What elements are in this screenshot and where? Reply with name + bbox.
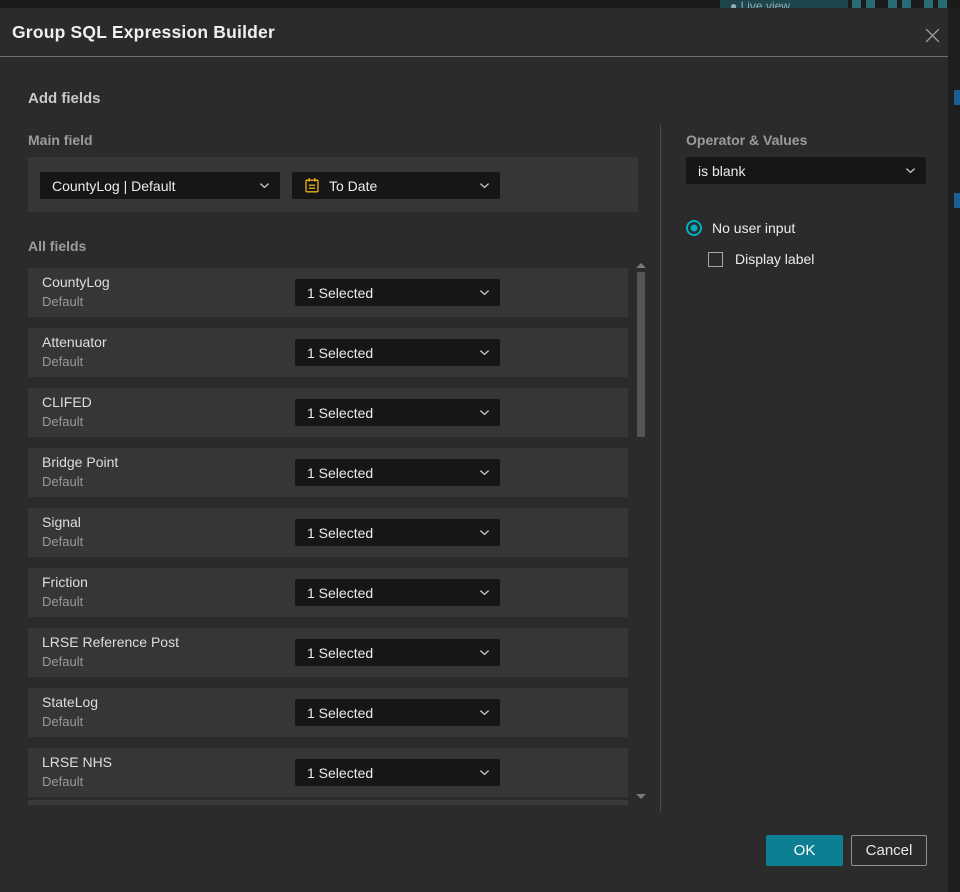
field-subtitle: Default — [42, 414, 84, 429]
chevron-down-icon — [479, 529, 490, 536]
field-selection-dropdown[interactable]: 1 Selected — [295, 699, 500, 726]
field-name: Attenuator — [42, 334, 107, 350]
field-selection-dropdown[interactable]: 1 Selected — [295, 399, 500, 426]
field-subtitle: Default — [42, 654, 84, 669]
background-button-icon — [924, 0, 947, 8]
chevron-down-icon — [479, 289, 490, 296]
field-selection-dropdown[interactable]: 1 Selected — [295, 279, 500, 306]
field-name: StateLog — [42, 694, 99, 710]
main-attribute-dropdown-value: To Date — [329, 177, 378, 194]
ok-button[interactable]: OK — [766, 835, 843, 866]
chevron-down-icon — [479, 409, 490, 416]
date-field-icon — [304, 177, 320, 194]
field-selection-value: 1 Selected — [307, 644, 374, 661]
main-field-dropdown-value: CountyLog | Default — [52, 177, 176, 194]
field-subtitle: Default — [42, 534, 84, 549]
field-row: CountyLog Default 1 Selected — [28, 268, 628, 317]
field-selection-dropdown[interactable]: 1 Selected — [295, 339, 500, 366]
field-subtitle: Default — [42, 714, 84, 729]
chevron-down-icon — [259, 182, 270, 189]
main-field-label: Main field — [28, 132, 93, 148]
field-row: Friction Default 1 Selected — [28, 568, 628, 617]
field-row: LRSE NHS Default 1 Selected — [28, 748, 628, 797]
field-selection-value: 1 Selected — [307, 284, 374, 301]
dialog-title: Group SQL Expression Builder — [12, 22, 275, 42]
chevron-down-icon — [479, 709, 490, 716]
checkbox-unchecked-icon — [708, 251, 723, 267]
field-row: CLIFED Default 1 Selected — [28, 388, 628, 437]
field-subtitle: Default — [42, 354, 84, 369]
background-button-icon — [852, 0, 875, 8]
field-subtitle: Default — [42, 774, 84, 789]
scroll-up-icon[interactable] — [636, 263, 646, 268]
field-name: LRSE NHS — [42, 754, 113, 770]
display-label-label: Display label — [735, 251, 815, 267]
chevron-down-icon — [905, 167, 916, 174]
main-field-dropdown[interactable]: CountyLog | Default — [40, 172, 280, 199]
field-name: Friction — [42, 574, 88, 590]
field-selection-value: 1 Selected — [307, 464, 374, 481]
add-fields-heading: Add fields — [28, 90, 101, 107]
field-row: StateLog Default 1 Selected — [28, 688, 628, 737]
field-selection-value: 1 Selected — [307, 524, 374, 541]
field-row: Attenuator Default 1 Selected — [28, 328, 628, 377]
background-toolbar: ● Live view — [0, 0, 960, 8]
field-subtitle: Default — [42, 474, 84, 489]
background-button-icon — [888, 0, 911, 8]
field-selection-value: 1 Selected — [307, 764, 374, 781]
operator-values-heading: Operator & Values — [686, 132, 808, 148]
field-selection-dropdown[interactable]: 1 Selected — [295, 579, 500, 606]
display-label-checkbox[interactable]: Display label — [708, 251, 814, 267]
scroll-down-icon[interactable] — [636, 794, 646, 799]
field-row: Signal Default 1 Selected — [28, 508, 628, 557]
title-divider — [0, 56, 948, 57]
no-user-input-radio[interactable]: No user input — [686, 220, 795, 236]
all-fields-label: All fields — [28, 238, 87, 254]
field-subtitle: Default — [42, 294, 84, 309]
close-button[interactable] — [918, 22, 946, 48]
background-highlight — [954, 90, 960, 105]
scrollbar-thumb[interactable] — [637, 272, 645, 437]
group-sql-expression-builder-dialog: Group SQL Expression Builder Add fields … — [0, 8, 948, 892]
field-selection-value: 1 Selected — [307, 584, 374, 601]
field-selection-dropdown[interactable]: 1 Selected — [295, 639, 500, 666]
field-name: CLIFED — [42, 394, 92, 410]
field-selection-dropdown[interactable]: 1 Selected — [295, 459, 500, 486]
chevron-down-icon — [479, 649, 490, 656]
live-view-icon: ● — [730, 0, 738, 8]
field-selection-value: 1 Selected — [307, 704, 374, 721]
field-name: LRSE Reference Post — [42, 634, 179, 650]
column-divider — [660, 125, 661, 812]
chevron-down-icon — [479, 182, 490, 189]
chevron-down-icon — [479, 589, 490, 596]
live-view-label: Live view — [740, 0, 790, 8]
main-attribute-dropdown[interactable]: To Date — [292, 172, 500, 199]
background-panel-edge — [948, 8, 960, 892]
field-selection-dropdown[interactable]: 1 Selected — [295, 759, 500, 786]
field-name: Signal — [42, 514, 81, 530]
field-selection-value: 1 Selected — [307, 344, 374, 361]
field-row: LRSE Reference Post Default 1 Selected — [28, 628, 628, 677]
background-highlight — [954, 193, 960, 208]
operator-dropdown-value: is blank — [698, 162, 746, 179]
chevron-down-icon — [479, 769, 490, 776]
cancel-button[interactable]: Cancel — [851, 835, 927, 866]
field-selection-value: 1 Selected — [307, 404, 374, 421]
radio-selected-icon — [686, 220, 702, 236]
field-subtitle: Default — [42, 594, 84, 609]
field-name: Bridge Point — [42, 454, 119, 470]
live-view-toggle[interactable]: ● Live view — [720, 0, 848, 8]
field-name: CountyLog — [42, 274, 110, 290]
clipped-field-row — [28, 800, 628, 805]
chevron-down-icon — [479, 469, 490, 476]
field-selection-dropdown[interactable]: 1 Selected — [295, 519, 500, 546]
field-row: Bridge Point Default 1 Selected — [28, 448, 628, 497]
operator-dropdown[interactable]: is blank — [686, 157, 926, 184]
no-user-input-label: No user input — [712, 220, 796, 236]
chevron-down-icon — [479, 349, 490, 356]
close-icon — [925, 28, 939, 42]
